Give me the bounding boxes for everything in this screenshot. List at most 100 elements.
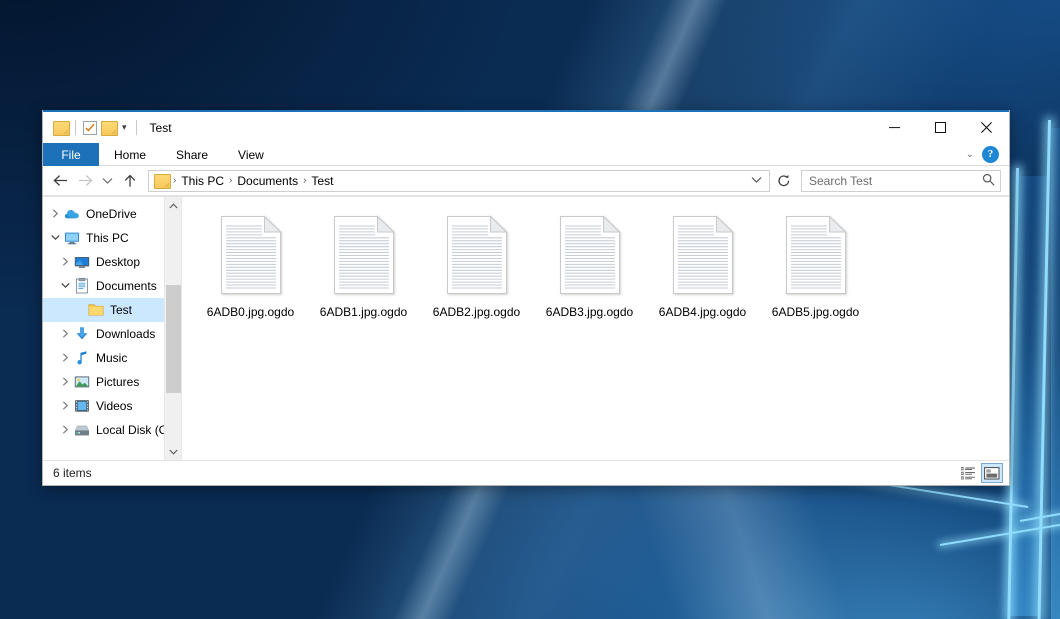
breadcrumb-item-documents[interactable]: Documents (233, 173, 302, 189)
item-count-label: 6 items (53, 466, 92, 480)
breadcrumb-folder-icon[interactable] (154, 174, 169, 187)
minimize-button[interactable] (871, 112, 917, 143)
search-input[interactable]: Search Test (809, 174, 982, 188)
close-button[interactable] (963, 112, 1009, 143)
file-explorer-window: ▾ Test File Home Share View (42, 110, 1010, 486)
sidebar-item-this-pc[interactable]: This PC (43, 226, 181, 250)
chevron-down-icon[interactable] (57, 281, 73, 291)
documents-icon (73, 278, 91, 294)
generic-document-icon (330, 213, 398, 297)
file-item[interactable]: 6ADB3.jpg.ogdo (533, 209, 646, 327)
customize-quick-access-caret[interactable]: ▾ (120, 123, 129, 132)
file-name-label: 6ADB5.jpg.ogdo (772, 305, 859, 320)
chevron-right-icon[interactable] (57, 353, 73, 364)
breadcrumb-bar[interactable]: › This PC › Documents › Test (148, 170, 770, 192)
window-title: Test (150, 121, 172, 135)
chevron-right-icon[interactable] (57, 425, 73, 436)
sidebar-item-test[interactable]: Test (43, 298, 181, 322)
chevron-down-icon[interactable] (47, 233, 63, 243)
search-box[interactable]: Search Test (801, 170, 1001, 192)
details-view-icon[interactable] (957, 463, 979, 483)
sidebar-item-label: OneDrive (86, 207, 137, 221)
forward-button[interactable] (74, 170, 96, 192)
sidebar-item-label: Test (110, 303, 132, 317)
chevron-right-icon[interactable] (47, 209, 63, 220)
scrollbar-thumb[interactable] (166, 285, 181, 393)
ribbon-tab-bar: File Home Share View ⌄ ? (43, 143, 1009, 166)
file-item[interactable]: 6ADB0.jpg.ogdo (194, 209, 307, 327)
file-item[interactable]: 6ADB4.jpg.ogdo (646, 209, 759, 327)
toolbar-divider-2 (136, 120, 137, 135)
sidebar-item-videos[interactable]: Videos (43, 394, 181, 418)
help-button[interactable]: ? (982, 146, 999, 163)
generic-document-icon (217, 213, 285, 297)
sidebar-item-label: Downloads (96, 327, 155, 341)
file-item[interactable]: 6ADB2.jpg.ogdo (420, 209, 533, 327)
cloud-icon (63, 206, 81, 222)
sidebar-item-music[interactable]: Music (43, 346, 181, 370)
file-name-label: 6ADB1.jpg.ogdo (320, 305, 407, 320)
up-button[interactable] (119, 170, 141, 192)
window-controls (871, 112, 1009, 143)
tab-file[interactable]: File (43, 143, 99, 166)
status-bar: 6 items (43, 460, 1009, 485)
sidebar-item-label: Documents (96, 279, 157, 293)
recent-locations-button[interactable] (99, 170, 116, 192)
scroll-up-button[interactable] (165, 197, 181, 214)
tab-view[interactable]: View (223, 143, 279, 166)
file-item[interactable]: 6ADB5.jpg.ogdo (759, 209, 872, 327)
properties-checkbox-icon[interactable] (83, 121, 97, 135)
tab-home[interactable]: Home (99, 143, 161, 166)
folder-icon[interactable] (53, 121, 68, 134)
windows-logo-pane-right-face (1051, 128, 1060, 619)
sidebar-item-label: Videos (96, 399, 132, 413)
file-name-label: 6ADB3.jpg.ogdo (546, 305, 633, 320)
file-item[interactable]: 6ADB1.jpg.ogdo (307, 209, 420, 327)
tab-share[interactable]: Share (161, 143, 223, 166)
sidebar-item-pictures[interactable]: Pictures (43, 370, 181, 394)
generic-document-icon (556, 213, 624, 297)
sidebar-item-documents[interactable]: Documents (43, 274, 181, 298)
breadcrumb: › This PC › Documents › Test (172, 173, 746, 189)
chevron-right-icon[interactable] (57, 401, 73, 412)
sidebar-item-downloads[interactable]: Downloads (43, 322, 181, 346)
sidebar-item-onedrive[interactable]: OneDrive (43, 202, 181, 226)
pictures-icon (73, 374, 91, 390)
quick-access-toolbar: ▾ Test (43, 120, 172, 135)
large-icons-view-icon[interactable] (981, 463, 1003, 483)
back-button[interactable] (49, 170, 71, 192)
file-name-label: 6ADB4.jpg.ogdo (659, 305, 746, 320)
navigation-scrollbar[interactable] (164, 197, 181, 460)
generic-document-icon (443, 213, 511, 297)
chevron-down-icon[interactable]: ⌄ (966, 149, 974, 160)
maximize-button[interactable] (917, 112, 963, 143)
sidebar-item-desktop[interactable]: Desktop (43, 250, 181, 274)
sidebar-item-local-disk-c[interactable]: Local Disk (C:) (43, 418, 181, 442)
sidebar-item-label: Local Disk (C:) (96, 423, 175, 437)
breadcrumb-dropdown-caret[interactable] (746, 176, 767, 186)
music-icon (73, 350, 91, 366)
search-icon[interactable] (982, 173, 995, 189)
generic-document-icon (669, 213, 737, 297)
ribbon-controls: ⌄ ? (966, 143, 1009, 165)
desktop-background: ▾ Test File Home Share View (0, 0, 1060, 619)
file-name-label: 6ADB2.jpg.ogdo (433, 305, 520, 320)
chevron-right-icon[interactable] (57, 377, 73, 388)
breadcrumb-item-test[interactable]: Test (307, 173, 337, 189)
address-bar: › This PC › Documents › Test (43, 166, 1009, 196)
chevron-right-icon[interactable] (57, 329, 73, 340)
view-toggle-group (957, 463, 1003, 483)
folder-icon (87, 302, 105, 318)
refresh-button[interactable] (773, 170, 795, 192)
title-bar: ▾ Test (43, 112, 1009, 143)
new-folder-icon[interactable] (101, 121, 116, 134)
videos-icon (73, 398, 91, 414)
file-list-view[interactable]: 6ADB0.jpg.ogdo 6ADB1.jpg.ogdo 6ADB2.jpg.og… (181, 197, 1009, 460)
toolbar-divider (75, 120, 76, 135)
scroll-down-button[interactable] (165, 443, 181, 460)
sidebar-item-label: Desktop (96, 255, 140, 269)
chevron-right-icon[interactable] (57, 257, 73, 268)
desktop-icon (73, 254, 91, 270)
generic-document-icon (782, 213, 850, 297)
breadcrumb-item-this-pc[interactable]: This PC (177, 173, 228, 189)
